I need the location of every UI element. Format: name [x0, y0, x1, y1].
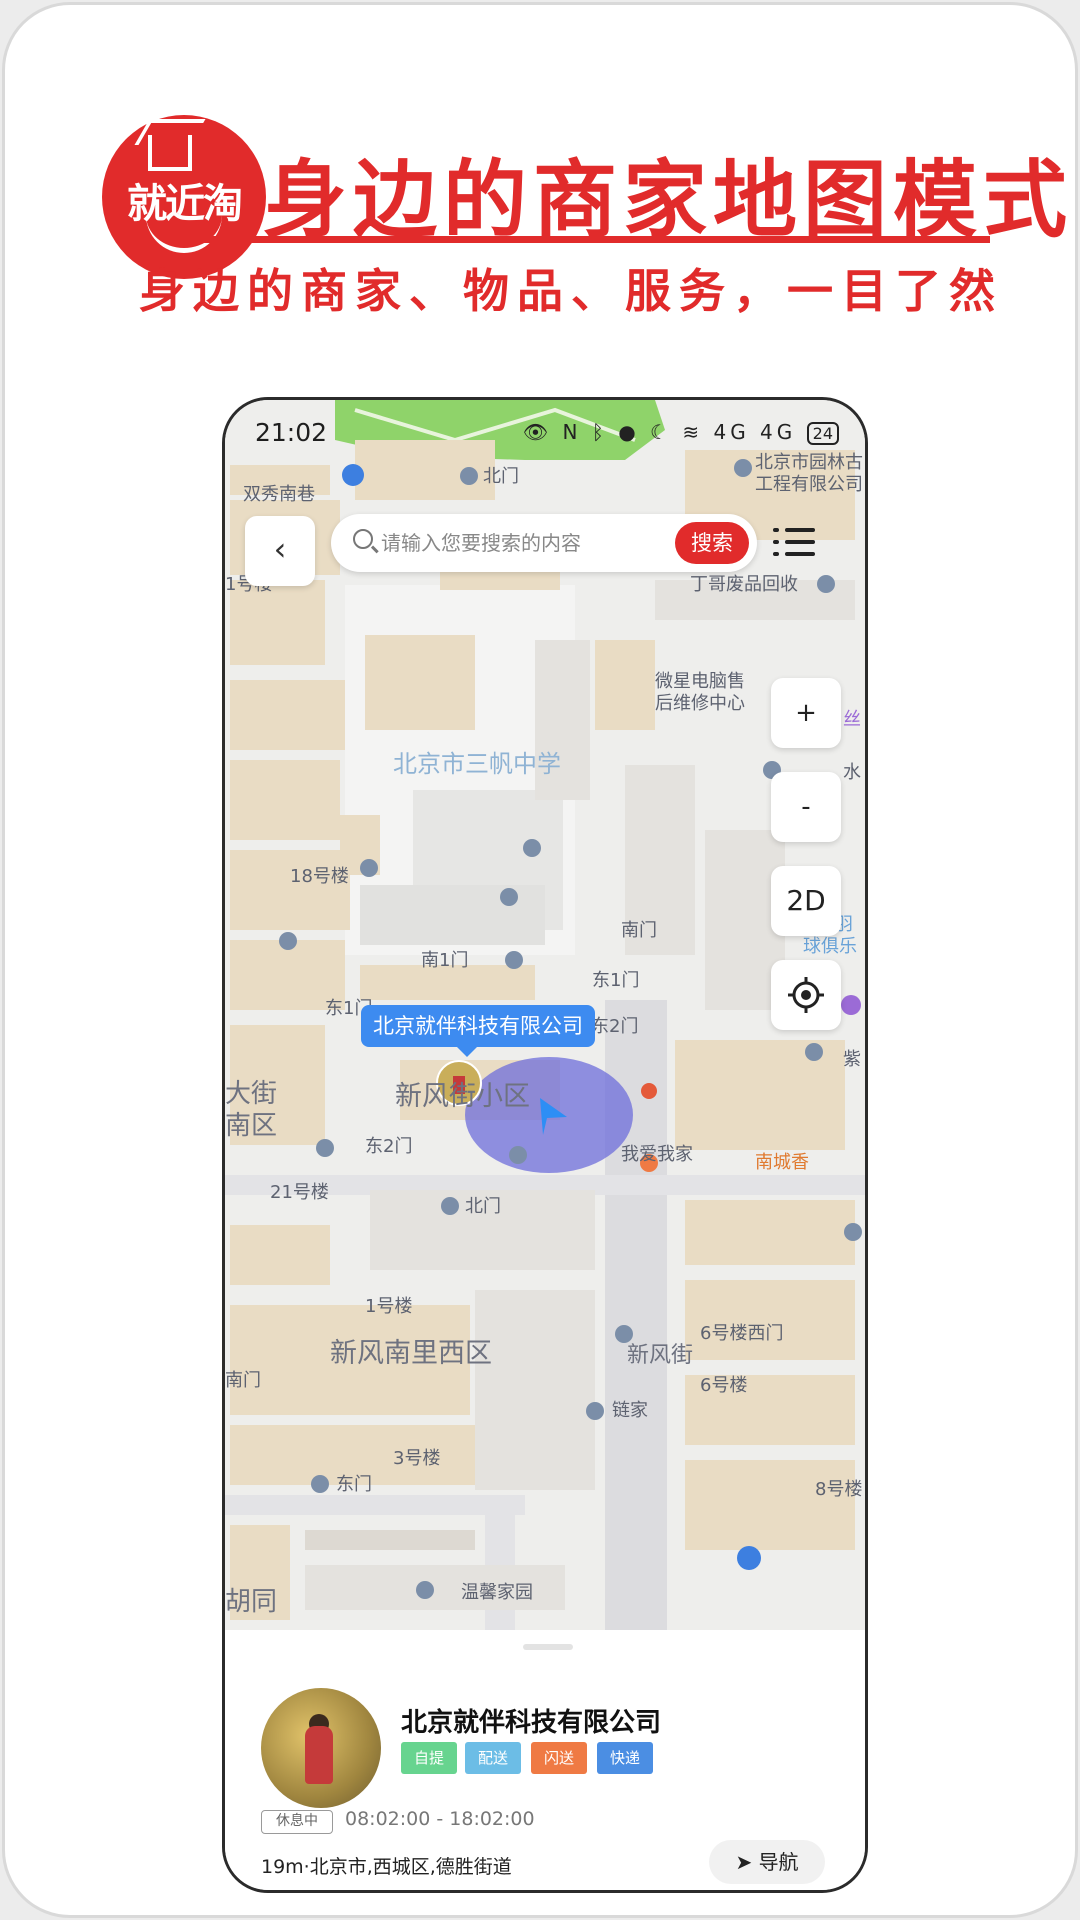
tag-pickup: 自提 [401, 1742, 457, 1774]
bluetooth-icon: ᛒ [591, 420, 608, 444]
locate-me-button[interactable] [771, 960, 841, 1030]
phone-frame: 双秀南巷 北门 北京市园林古 工程有限公司 1号楼 丁哥废品回收 微星电脑售 后… [222, 397, 868, 1893]
svg-text:新风街: 新风街 [627, 1343, 693, 1368]
shop-name: 北京就伴科技有限公司 [401, 1708, 662, 1738]
headline-divider [185, 236, 990, 243]
search-bar[interactable]: 搜索 [331, 514, 757, 572]
navigate-label: 导航 [758, 1850, 799, 1874]
chevron-left-icon: ‹ [273, 530, 287, 568]
map-label: 南门 [621, 920, 657, 941]
map-label: 南城香 [755, 1152, 809, 1173]
shop-callout[interactable]: 北京就伴科技有限公司 [361, 1005, 595, 1057]
map-label: 新风南里西区 [330, 1338, 492, 1369]
shop-avatar[interactable] [261, 1688, 381, 1808]
map-label: 丝 [843, 709, 861, 730]
map-label: 东门 [336, 1474, 372, 1495]
map-label: 新风街小区 [395, 1081, 530, 1112]
list-view-button[interactable] [773, 522, 817, 566]
signal-label: 4G 4G [713, 420, 797, 444]
crosshair-icon [788, 977, 824, 1013]
nfc-icon: N [562, 420, 582, 444]
promo-card: 就近淘 身边的商家地图模式 身边的商家、物品、服务，一目了然 双秀南巷 北门 北… [2, 2, 1078, 1918]
map-label: 21号楼 [270, 1182, 329, 1203]
search-icon [353, 529, 373, 549]
map-label: 6号楼 [700, 1375, 747, 1396]
shop-info-sheet[interactable]: 北京就伴科技有限公司 自提 配送 闪送 快递 休息中 08:02:00 - 18… [225, 1630, 865, 1890]
tag-delivery: 配送 [465, 1742, 521, 1774]
map-label: 后维修中心 [655, 693, 745, 714]
navigation-arrow-icon: ➤ [735, 1850, 753, 1874]
map-label: 球俱乐 [803, 936, 857, 957]
tag-express: 快递 [597, 1742, 653, 1774]
map-label: 北门 [483, 466, 519, 487]
location-icon: ● [618, 420, 640, 444]
map-label: 6号楼西门 [700, 1323, 783, 1344]
battery-icon: 24 [806, 422, 839, 445]
map-label: 我爱我家 [621, 1144, 693, 1165]
map-label: 南区 [225, 1111, 277, 1141]
view-mode-button[interactable]: 2D [771, 866, 841, 936]
map-label: 水 [843, 762, 861, 783]
map-label: 丁哥废品回收 [690, 574, 798, 595]
map-label: 18号楼 [290, 866, 349, 887]
map-label: 东2门 [365, 1136, 412, 1157]
sheet-drag-handle[interactable] [523, 1644, 573, 1650]
map-street-label: 新风街 [627, 1343, 693, 1368]
avatar-figure-body [305, 1726, 333, 1784]
back-button[interactable]: ‹ [245, 516, 315, 586]
status-bar: 21:02 👁 N ᛒ ● ☾ ≋ 4G 4G 24 [225, 400, 865, 460]
zoom-in-button[interactable]: + [771, 678, 841, 748]
zoom-out-button[interactable]: - [771, 772, 841, 842]
map-label: 东2门 [591, 1016, 638, 1037]
moon-icon: ☾ [650, 420, 672, 444]
wifi-icon: ≋ [682, 420, 704, 444]
eye-icon: 👁 [522, 420, 553, 444]
logo-house-shape [148, 135, 192, 171]
map-label: 工程有限公司 [755, 474, 863, 495]
promo-subline: 身边的商家、物品、服务，一目了然 [139, 264, 1003, 318]
map-label: 1号楼 [365, 1296, 412, 1317]
map-label: 3号楼 [393, 1448, 440, 1469]
map-label: 东1门 [592, 970, 639, 991]
logo-smile-shape [146, 215, 222, 253]
tag-flash: 闪送 [531, 1742, 587, 1774]
map-label: 链家 [612, 1400, 648, 1421]
map-label: 北京市三帆中学 [393, 750, 561, 778]
map-label: 温馨家园 [461, 1582, 533, 1603]
status-badge: 休息中 [261, 1810, 333, 1834]
map-label: 微星电脑售 [655, 671, 745, 692]
map-label: 胡同 [225, 1587, 277, 1617]
map-label: 大街 [225, 1079, 277, 1109]
map-label: 南1门 [421, 950, 468, 971]
search-input[interactable] [381, 526, 651, 560]
navigate-button[interactable]: ➤ 导航 [709, 1840, 825, 1884]
map-label: 紫 [843, 1049, 861, 1070]
map-label: 南门 [225, 1370, 261, 1391]
map-label: 北门 [465, 1196, 501, 1217]
status-icons: 👁 N ᛒ ● ☾ ≋ 4G 4G 24 [523, 420, 839, 445]
map-label: 8号楼 [815, 1479, 862, 1500]
business-hours: 08:02:00 - 18:02:00 [345, 1808, 535, 1830]
status-time: 21:02 [255, 418, 328, 447]
shop-address: 19m·北京市,西城区,德胜街道 [261, 1856, 512, 1878]
map-label: 双秀南巷 [243, 484, 315, 505]
search-button[interactable]: 搜索 [675, 522, 749, 564]
